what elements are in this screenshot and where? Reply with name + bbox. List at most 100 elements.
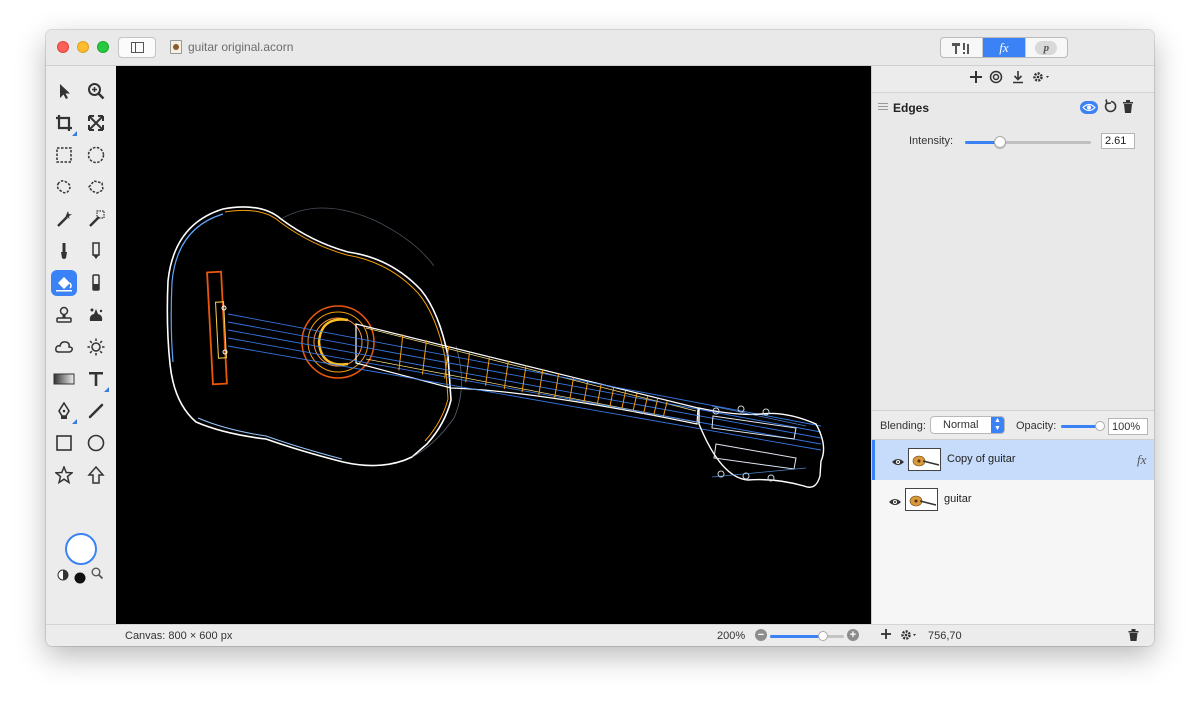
pencil-icon: [92, 242, 100, 259]
layer-name: Copy of guitar: [947, 453, 1016, 465]
opacity-label: Opacity:: [1016, 420, 1057, 432]
tool-transform[interactable]: [83, 110, 109, 136]
tool-magic-eraser[interactable]: [83, 206, 109, 232]
sidebar-toggle-button[interactable]: [118, 37, 156, 58]
default-colors-button[interactable]: [74, 571, 86, 589]
opacity-slider-knob[interactable]: [1095, 421, 1105, 431]
tool-pen[interactable]: [51, 398, 77, 424]
intensity-label: Intensity:: [909, 135, 954, 147]
trash-icon: [1128, 629, 1139, 641]
tool-line[interactable]: [83, 398, 109, 424]
tool-magic-wand[interactable]: [51, 206, 77, 232]
tab-properties[interactable]: p: [1026, 38, 1067, 57]
filter-stack: Edges Intensity: 2.61: [872, 92, 1154, 410]
zoom-slider-knob[interactable]: [818, 631, 829, 641]
oval-marquee-icon: [87, 146, 105, 164]
guitar-thumbnail-icon: [909, 495, 937, 507]
tool-lasso[interactable]: [51, 174, 77, 200]
delete-layer-button[interactable]: [1128, 629, 1139, 644]
gear-icon: [901, 630, 916, 640]
fret-line: [554, 373, 560, 399]
tool-arrow[interactable]: [83, 462, 109, 488]
pen-icon: [58, 402, 70, 419]
fret-line: [569, 377, 575, 401]
gear-icon: [1033, 72, 1049, 82]
eye-icon: [1082, 103, 1096, 112]
tool-clone-stamp[interactable]: [51, 302, 77, 328]
delete-filter-button[interactable]: [1122, 100, 1134, 118]
tool-pencil[interactable]: [83, 238, 109, 264]
chevron-updown-icon: ▲ ▼: [991, 417, 1004, 433]
layer-fx-badge[interactable]: fx: [1137, 452, 1146, 468]
brush-icon: [61, 243, 67, 259]
tool-text[interactable]: [83, 366, 109, 392]
rect-marquee-icon: [56, 147, 72, 163]
tool-shape-cloud[interactable]: [51, 334, 77, 360]
tool-flood-fill[interactable]: [51, 270, 77, 296]
filter-visibility-toggle[interactable]: [1080, 101, 1098, 114]
image-canvas[interactable]: [116, 66, 871, 624]
blending-mode-select[interactable]: Normal ▲ ▼: [930, 416, 1005, 434]
tool-rectangle[interactable]: [51, 430, 77, 456]
minimize-window-button[interactable]: [77, 41, 89, 53]
flood-fill-icon: [56, 277, 72, 292]
inspector-panel: Edges Intensity: 2.61 Blending: Normal ▲…: [871, 66, 1154, 624]
text-icon: [89, 372, 103, 386]
fret-line: [596, 384, 602, 406]
tool-eraser[interactable]: [83, 270, 109, 296]
tool-polygon-lasso[interactable]: [83, 174, 109, 200]
layer-row[interactable]: guitar: [872, 480, 1154, 520]
color-picker-button[interactable]: [91, 566, 104, 584]
zoom-slider-fill: [770, 635, 824, 638]
layer-row[interactable]: Copy of guitar fx: [872, 440, 1154, 480]
intensity-slider[interactable]: [965, 136, 1091, 148]
zoom-out-button[interactable]: −: [755, 629, 767, 641]
tool-select[interactable]: [51, 78, 77, 104]
layer-settings-button[interactable]: [900, 628, 922, 645]
fret-line: [583, 381, 589, 404]
tool-crop[interactable]: [51, 110, 77, 136]
intensity-value-field[interactable]: 2.61: [1101, 133, 1135, 149]
zoom-window-button[interactable]: [97, 41, 109, 53]
zoom-in-button[interactable]: +: [847, 629, 859, 641]
fret-line: [609, 387, 615, 408]
acorn-window: guitar original.acorn fx p Edges Intensi…: [46, 30, 1154, 646]
magnifier-icon: [91, 567, 104, 580]
layer-thumbnail: [905, 488, 938, 511]
rectangle-icon: [56, 435, 72, 451]
add-layer-button[interactable]: [880, 627, 892, 644]
tab-tools[interactable]: [941, 38, 984, 57]
add-filter-button[interactable]: [969, 70, 983, 87]
tab-effects[interactable]: fx: [983, 38, 1026, 57]
tool-star[interactable]: [51, 462, 77, 488]
layer-visibility-toggle[interactable]: [891, 454, 905, 472]
polygon-lasso-icon: [88, 180, 104, 194]
tool-brightness[interactable]: [83, 334, 109, 360]
tool-smudge[interactable]: [83, 302, 109, 328]
drag-handle-icon[interactable]: [878, 103, 888, 110]
tool-brush[interactable]: [51, 238, 77, 264]
properties-icon: p: [1035, 40, 1058, 55]
zoom-slider[interactable]: [770, 631, 844, 641]
intensity-slider-knob[interactable]: [994, 136, 1007, 148]
tool-oval-marquee[interactable]: [83, 142, 109, 168]
close-window-button[interactable]: [57, 41, 69, 53]
crop-icon: [56, 115, 72, 131]
plus-icon: [881, 629, 891, 639]
reset-filter-button[interactable]: [1103, 99, 1117, 118]
tool-circle[interactable]: [83, 430, 109, 456]
filter-settings-button[interactable]: [1031, 70, 1053, 87]
apply-filter-button[interactable]: [1011, 70, 1025, 87]
opacity-value-field[interactable]: 100%: [1108, 418, 1148, 435]
reset-icon: [1104, 99, 1117, 113]
swap-colors-button[interactable]: [57, 568, 69, 586]
color-well[interactable]: [65, 533, 97, 565]
sun-icon: [87, 338, 105, 356]
tool-zoom[interactable]: [83, 78, 109, 104]
fret-line: [421, 340, 427, 375]
tool-rect-marquee[interactable]: [51, 142, 77, 168]
filter-presets-button[interactable]: [989, 70, 1003, 87]
layer-visibility-toggle[interactable]: [888, 494, 902, 512]
tool-gradient[interactable]: [51, 366, 77, 392]
eye-icon: [889, 499, 901, 505]
